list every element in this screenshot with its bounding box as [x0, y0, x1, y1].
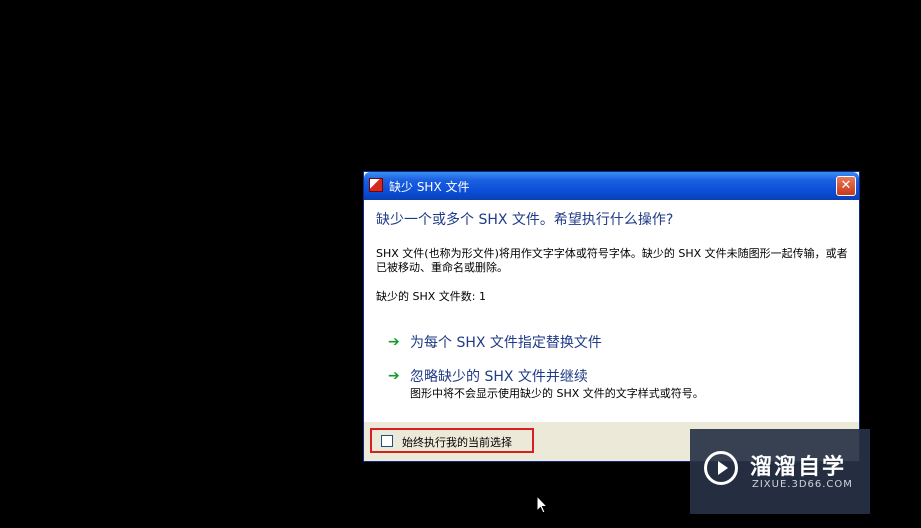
- watermark-logo: 溜溜自学 ZIXUE.3D66.COM: [690, 429, 870, 514]
- dialog-description: SHX 文件(也称为形文件)将用作文字字体或符号字体。缺少的 SHX 文件未随图…: [376, 247, 848, 274]
- dialog-titlebar[interactable]: 缺少 SHX 文件 ✕: [364, 172, 859, 200]
- watermark-title: 溜溜自学: [750, 455, 847, 480]
- option-ignore-continue[interactable]: ➔ 忽略缺少的 SHX 文件并继续 图形中将不会显示使用缺少的 SHX 文件的文…: [388, 366, 808, 402]
- green-arrow-icon: ➔: [388, 334, 400, 350]
- dialog-body: 缺少一个或多个 SHX 文件。希望执行什么操作? SHX 文件(也称为形文件)将…: [364, 200, 859, 422]
- option-specify-replacement[interactable]: ➔ 为每个 SHX 文件指定替换文件: [388, 332, 688, 352]
- dialog-heading: 缺少一个或多个 SHX 文件。希望执行什么操作?: [376, 212, 674, 228]
- always-choice-checkbox-highlight[interactable]: 始终执行我的当前选择: [370, 428, 534, 453]
- always-choice-checkbox[interactable]: [381, 435, 393, 447]
- option-description: 图形中将不会显示使用缺少的 SHX 文件的文字样式或符号。: [410, 387, 704, 400]
- watermark-subtitle: ZIXUE.3D66.COM: [752, 479, 853, 490]
- play-logo-icon: [704, 451, 738, 485]
- missing-shx-dialog: 缺少 SHX 文件 ✕ 缺少一个或多个 SHX 文件。希望执行什么操作? SHX…: [363, 171, 860, 462]
- missing-count-text: 缺少的 SHX 文件数: 1: [376, 290, 486, 303]
- close-button[interactable]: ✕: [836, 176, 856, 196]
- always-choice-label[interactable]: 始终执行我的当前选择: [402, 434, 512, 450]
- option-label: 忽略缺少的 SHX 文件并继续: [410, 369, 588, 385]
- option-label: 为每个 SHX 文件指定替换文件: [410, 335, 602, 351]
- autocad-app-icon: [369, 178, 383, 192]
- green-arrow-icon: ➔: [388, 368, 400, 384]
- dialog-title: 缺少 SHX 文件: [389, 180, 470, 194]
